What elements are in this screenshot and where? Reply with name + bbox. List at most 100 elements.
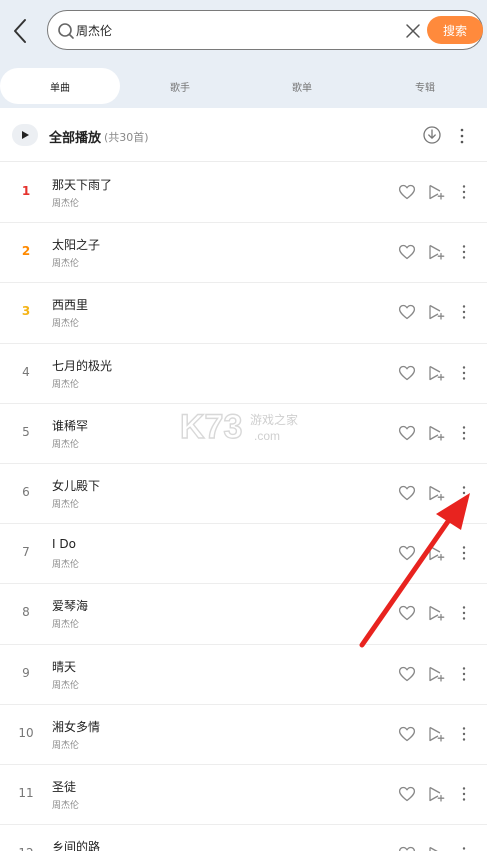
song-count: (共30首) [104,131,149,144]
song-artist: 周杰伦 [52,560,80,571]
song-title: 湘女多情 [52,719,101,734]
play-all-bar: 全部播放 (共30首) [0,110,487,162]
play-icon [22,131,29,139]
download-icon[interactable] [422,125,442,145]
heart-icon[interactable] [398,544,416,562]
add-to-playlist-icon[interactable] [427,484,445,502]
tab-artists[interactable]: 歌手 [120,68,240,104]
tab-albums[interactable]: 专辑 [365,68,485,104]
song-row[interactable]: 2 太阳之子周杰伦 [0,223,487,284]
song-row[interactable]: 8 爱琴海周杰伦 [0,584,487,645]
add-to-playlist-icon[interactable] [427,665,445,683]
song-row[interactable]: 1 那天下雨了 周杰伦 [0,163,487,224]
heart-icon[interactable] [398,785,416,803]
song-row[interactable]: 3 西西里周杰伦 [0,283,487,344]
song-artist: 周杰伦 [52,439,80,450]
add-to-playlist-icon[interactable] [427,725,445,743]
song-row[interactable]: 12乡间的路周杰伦 [0,825,487,851]
song-title: 爱琴海 [52,599,89,614]
heart-icon[interactable] [398,665,416,683]
more-vertical-icon[interactable] [459,604,469,622]
heart-icon[interactable] [398,845,416,851]
search-icon [58,23,74,39]
tab-bar: 单曲 歌手 歌单 专辑 [0,66,487,106]
song-artist: 周杰伦 [52,740,80,751]
more-vertical-icon[interactable] [459,364,469,382]
song-rank: 5 [22,424,30,439]
song-list: 1 那天下雨了 周杰伦 2 太阳之子 周杰伦 3 西西里 周杰伦 4 七月的极光 周杰伦 5 谁稀罕 周杰伦… [0,163,487,851]
add-to-playlist-icon[interactable] [427,183,445,201]
search-input[interactable] [76,19,396,41]
song-rank: 7 [22,545,30,560]
song-title: 那天下雨了 [52,178,113,192]
song-title: 女儿殿下 [52,478,101,493]
song-row[interactable]: 11 圣徒 周杰伦 [0,764,487,826]
more-vertical-icon[interactable] [459,243,469,261]
song-rank: 10 [18,725,34,740]
heart-icon[interactable] [398,183,416,201]
more-vertical-icon[interactable] [456,126,468,146]
song-row[interactable]: 7 I Do 周杰伦 [0,524,487,585]
add-to-playlist-icon[interactable] [427,303,445,321]
song-artist: 周杰伦 [52,319,80,330]
more-vertical-icon[interactable] [459,544,469,562]
song-rank: 8 [22,605,30,620]
add-to-playlist-icon[interactable] [427,243,445,261]
song-title: 七月的极光 [52,358,113,373]
song-title: 太阳之子 [52,238,101,253]
song-artist: 周杰伦 [52,379,80,390]
heart-icon[interactable] [398,243,416,261]
play-all-button[interactable] [12,124,38,146]
back-button[interactable] [6,14,34,48]
song-rank: 6 [22,484,30,499]
play-all-label[interactable]: 全部播放 [49,127,101,146]
heart-icon[interactable] [398,364,416,382]
song-title: I Do [52,537,76,552]
song-row[interactable]: 9 晴天 周杰伦 [0,644,487,705]
more-vertical-icon[interactable] [459,785,469,803]
song-rank: 1 [21,184,31,198]
song-rank: 11 [18,785,34,800]
song-rank: 4 [22,364,30,379]
song-rank: 3 [21,304,31,319]
song-title: 晴天 [52,659,77,674]
song-rank: 12 [0,846,52,851]
more-vertical-icon[interactable] [459,725,469,743]
more-vertical-icon[interactable] [459,424,469,442]
more-vertical-icon[interactable] [459,484,469,502]
more-vertical-icon[interactable] [459,845,469,851]
song-title: 谁稀罕 [52,418,89,433]
tab-songs[interactable]: 单曲 [0,68,120,104]
song-row[interactable]: 5 谁稀罕周杰伦 [0,403,487,464]
heart-icon[interactable] [398,424,416,442]
song-rank: 9 [22,665,30,680]
search-bar: 搜索 [47,10,483,50]
more-vertical-icon[interactable] [459,183,469,201]
add-to-playlist-icon[interactable] [427,424,445,442]
more-vertical-icon[interactable] [459,665,469,683]
add-to-playlist-icon[interactable] [427,845,445,851]
song-row[interactable]: 6 女儿殿下周杰伦 [0,463,487,525]
search-button[interactable]: 搜索 [427,16,483,44]
add-to-playlist-icon[interactable] [427,604,445,622]
song-row[interactable]: 4 七月的极光周杰伦 [0,343,487,404]
song-artist: 周杰伦 [52,800,80,811]
song-row[interactable]: 10 湘女多情周杰伦 [0,704,487,765]
song-artist: 周杰伦 [52,620,80,631]
song-rank: 2 [21,244,31,259]
tab-playlists[interactable]: 歌单 [242,68,362,104]
close-icon[interactable] [404,22,422,40]
heart-icon[interactable] [398,604,416,622]
heart-icon[interactable] [398,725,416,743]
add-to-playlist-icon[interactable] [427,785,445,803]
add-to-playlist-icon[interactable] [427,544,445,562]
song-title: 乡间的路 [52,840,101,851]
heart-icon[interactable] [398,484,416,502]
song-title: 西西里 [52,298,89,313]
more-vertical-icon[interactable] [459,303,469,321]
add-to-playlist-icon[interactable] [427,364,445,382]
song-artist: 周杰伦 [52,499,80,510]
song-artist: 周杰伦 [52,259,80,270]
chevron-left-icon [14,19,26,43]
heart-icon[interactable] [398,303,416,321]
